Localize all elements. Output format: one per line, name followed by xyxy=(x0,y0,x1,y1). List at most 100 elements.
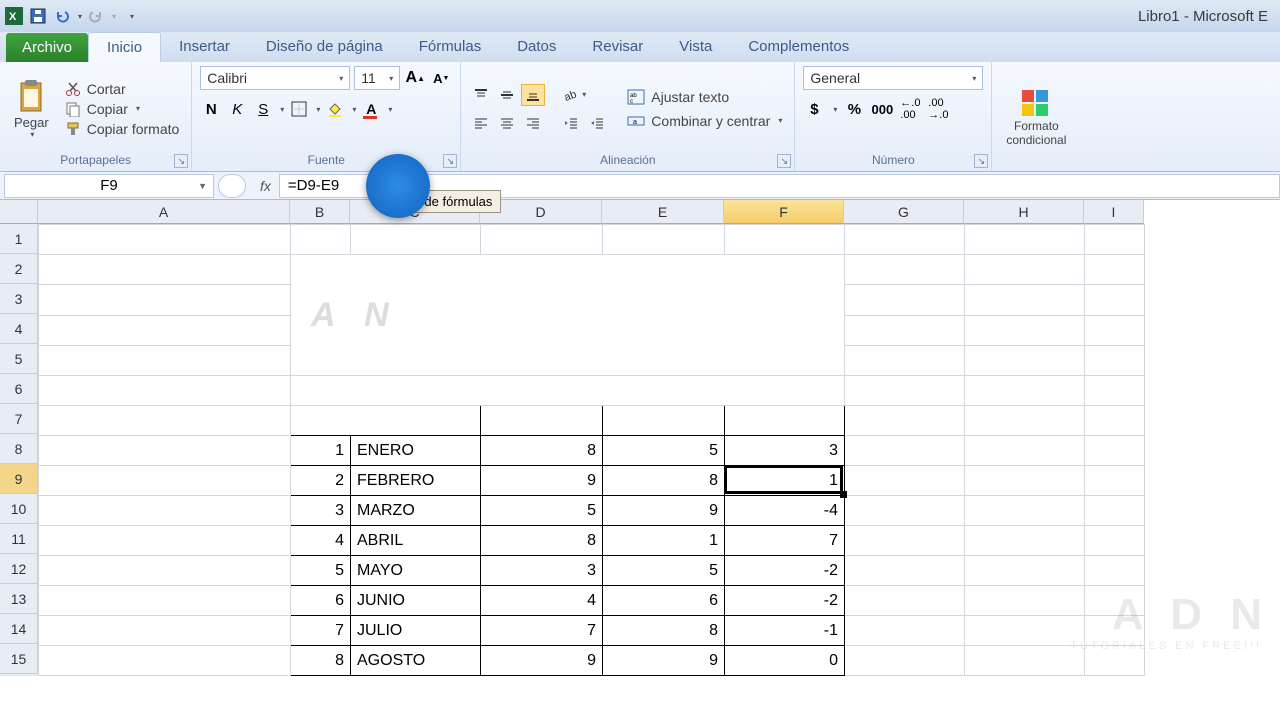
cell[interactable]: 9 xyxy=(603,496,725,526)
grow-font-button[interactable]: A▲ xyxy=(404,67,426,89)
cell[interactable] xyxy=(845,556,965,586)
col-header-B[interactable]: B xyxy=(290,200,350,224)
conditional-format-button[interactable]: Formato condicional xyxy=(1000,86,1072,148)
cell[interactable] xyxy=(1085,436,1145,466)
cell[interactable] xyxy=(845,255,965,285)
col-header-I[interactable]: I xyxy=(1084,200,1144,224)
format-painter-button[interactable]: Copiar formato xyxy=(61,120,184,138)
align-middle-button[interactable] xyxy=(495,84,519,106)
cell[interactable]: 9 xyxy=(603,646,725,676)
cell[interactable] xyxy=(965,376,1085,406)
cell[interactable]: AGOSTO xyxy=(351,646,481,676)
redo-icon[interactable] xyxy=(86,6,106,26)
row-header-15[interactable]: 15 xyxy=(0,644,38,674)
cell[interactable]: 8 xyxy=(481,526,603,556)
align-left-button[interactable] xyxy=(469,112,493,134)
cell[interactable] xyxy=(39,406,291,436)
cell[interactable]: 4 xyxy=(291,526,351,556)
cell[interactable]: ENERO xyxy=(351,436,481,466)
wrap-text-button[interactable]: abc Ajustar texto xyxy=(623,88,786,106)
chevron-down-icon[interactable]: ▾ xyxy=(280,105,284,114)
cell[interactable] xyxy=(845,496,965,526)
cell[interactable]: 9 xyxy=(481,466,603,496)
font-size-combo[interactable]: 11▾ xyxy=(354,66,400,90)
cell[interactable] xyxy=(481,225,603,255)
cell[interactable] xyxy=(1085,376,1145,406)
bold-button[interactable]: N xyxy=(200,98,222,120)
italic-button[interactable]: K xyxy=(226,98,248,120)
cell[interactable] xyxy=(845,586,965,616)
tab-insertar[interactable]: Insertar xyxy=(161,32,248,62)
cell[interactable] xyxy=(1085,496,1145,526)
cell[interactable] xyxy=(965,586,1085,616)
cell[interactable] xyxy=(1085,556,1145,586)
tab-complementos[interactable]: Complementos xyxy=(730,32,867,62)
cell[interactable] xyxy=(845,466,965,496)
cell[interactable]: SALIDAS xyxy=(603,406,725,436)
chevron-down-icon[interactable]: ▾ xyxy=(833,105,837,114)
tab-file[interactable]: Archivo xyxy=(6,33,88,62)
cell[interactable] xyxy=(39,376,291,406)
redo-dropdown-icon[interactable]: ▾ xyxy=(112,12,116,21)
name-box[interactable]: F9 ▼ xyxy=(4,174,214,198)
cell[interactable] xyxy=(39,616,291,646)
cell[interactable] xyxy=(845,646,965,676)
cell[interactable] xyxy=(965,345,1085,375)
row-header-8[interactable]: 8 xyxy=(0,434,38,464)
row-header-4[interactable]: 4 xyxy=(0,314,38,344)
cell[interactable]: -4 xyxy=(725,496,845,526)
dialog-launcher-icon[interactable]: ↘ xyxy=(777,154,791,168)
paste-button[interactable]: Pegar ▾ xyxy=(8,77,55,141)
chevron-down-icon[interactable]: ▾ xyxy=(316,105,320,114)
borders-button[interactable] xyxy=(288,98,310,120)
cell[interactable] xyxy=(39,285,291,315)
copy-button[interactable]: Copiar ▾ xyxy=(61,100,184,118)
cell[interactable] xyxy=(845,225,965,255)
row-header-1[interactable]: 1 xyxy=(0,224,38,254)
qat-customize-icon[interactable]: ▾ xyxy=(130,12,134,21)
cell[interactable] xyxy=(965,556,1085,586)
select-all-corner[interactable] xyxy=(0,200,38,224)
fx-icon[interactable]: fx xyxy=(260,178,271,194)
cell[interactable]: ENTRADAS xyxy=(481,406,603,436)
cell[interactable] xyxy=(845,345,965,375)
cell[interactable]: -1 xyxy=(725,616,845,646)
cell[interactable] xyxy=(965,616,1085,646)
decrease-decimal-button[interactable]: .00→.0 xyxy=(927,98,949,120)
cell[interactable] xyxy=(1085,616,1145,646)
cell[interactable]: 6 xyxy=(291,586,351,616)
cell[interactable]: 5 xyxy=(481,496,603,526)
decrease-indent-button[interactable] xyxy=(559,112,583,134)
cell[interactable]: 7 xyxy=(291,616,351,646)
cell[interactable] xyxy=(845,406,965,436)
cell[interactable] xyxy=(965,496,1085,526)
cell[interactable] xyxy=(39,526,291,556)
cell[interactable] xyxy=(1085,406,1145,436)
cell[interactable]: 7 xyxy=(725,526,845,556)
cell[interactable]: JUNIO xyxy=(351,586,481,616)
cell[interactable] xyxy=(39,586,291,616)
col-header-E[interactable]: E xyxy=(602,200,724,224)
cell[interactable] xyxy=(39,315,291,345)
row-header-13[interactable]: 13 xyxy=(0,584,38,614)
col-header-F[interactable]: F xyxy=(724,200,844,224)
cell[interactable]: 8 xyxy=(481,436,603,466)
cell[interactable]: -2 xyxy=(725,586,845,616)
dialog-launcher-icon[interactable]: ↘ xyxy=(974,154,988,168)
cell[interactable]: FEBRERO xyxy=(351,466,481,496)
cell[interactable] xyxy=(845,315,965,345)
cell[interactable]: MES xyxy=(291,406,481,436)
cell[interactable] xyxy=(1085,586,1145,616)
tab-fórmulas[interactable]: Fórmulas xyxy=(401,32,500,62)
cell[interactable] xyxy=(845,616,965,646)
cell[interactable]: 8 xyxy=(291,646,351,676)
orientation-button[interactable]: ab▾ xyxy=(559,84,589,106)
cell[interactable] xyxy=(39,225,291,255)
increase-decimal-button[interactable]: ←.0.00 xyxy=(899,98,921,120)
tab-vista[interactable]: Vista xyxy=(661,32,730,62)
align-bottom-button[interactable] xyxy=(521,84,545,106)
spreadsheet-grid[interactable]: 123456789101112131415 ADNADNDC TUTORIALE… xyxy=(0,224,1280,676)
cell[interactable]: MAYO xyxy=(351,556,481,586)
cell[interactable] xyxy=(965,646,1085,676)
cut-button[interactable]: Cortar xyxy=(61,80,184,98)
